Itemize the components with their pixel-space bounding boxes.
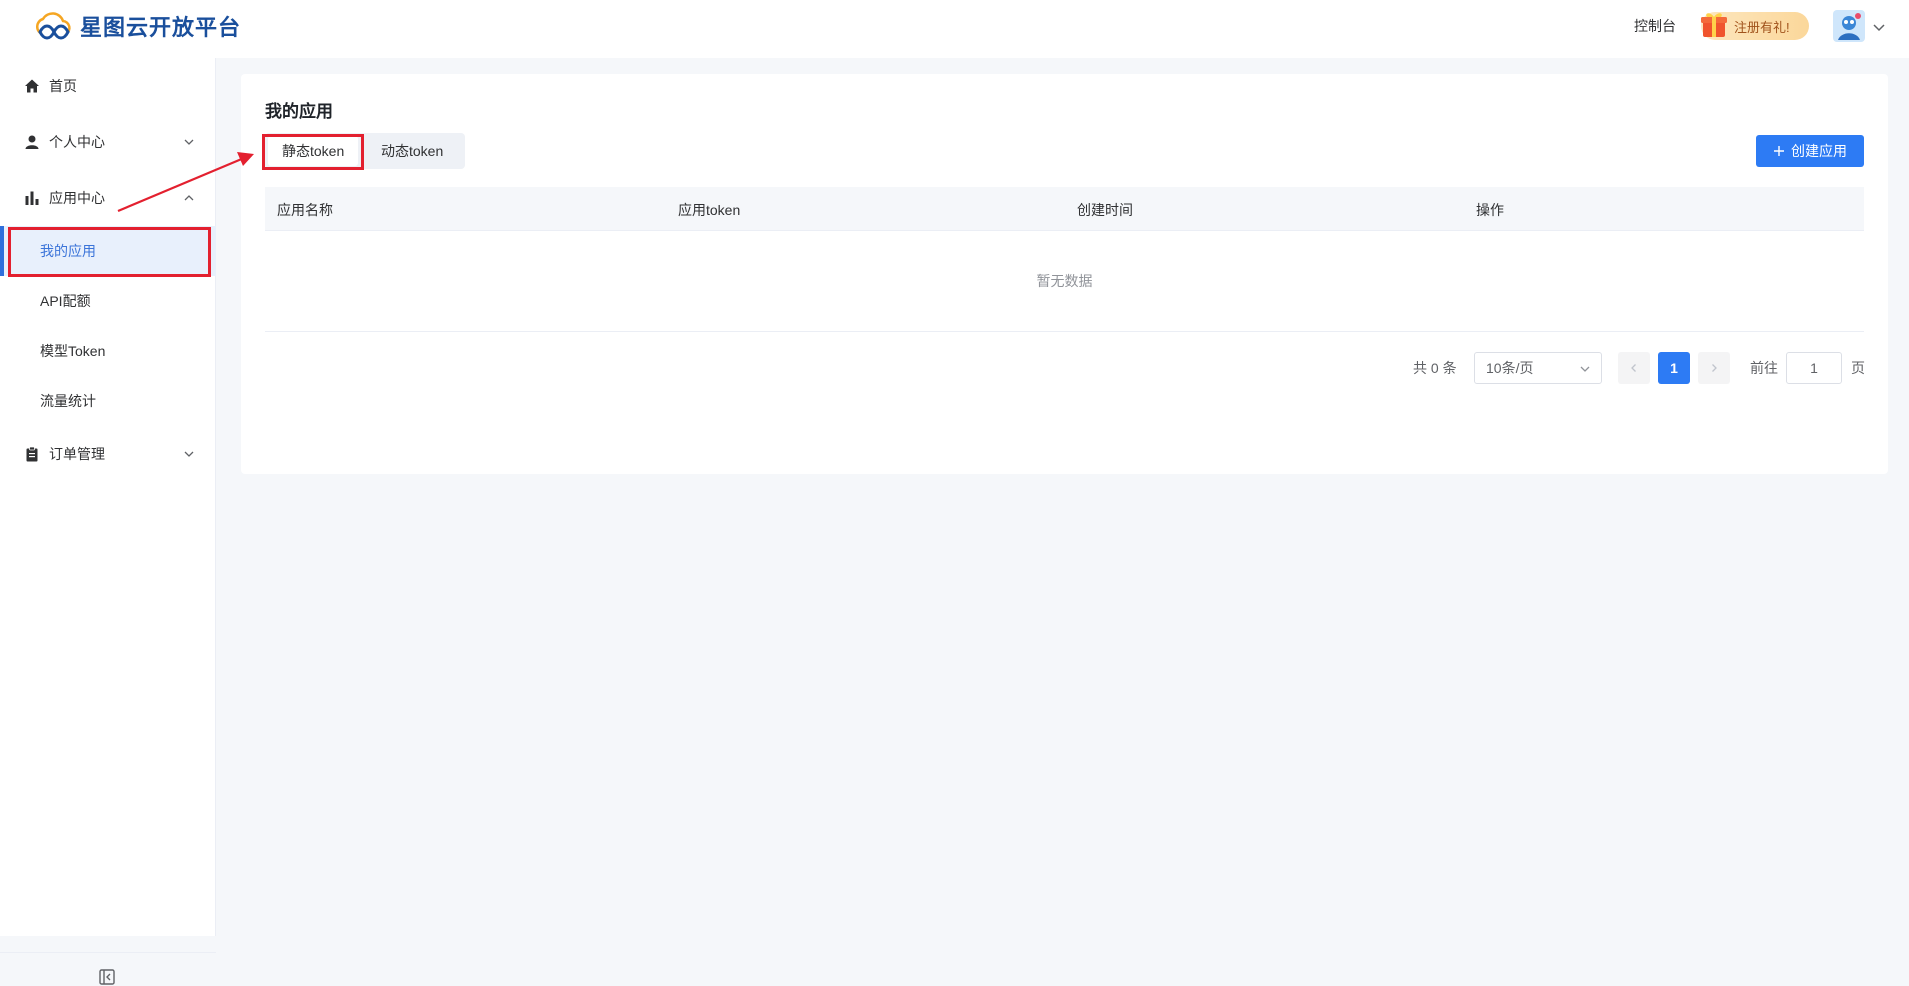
chevron-down-icon[interactable]: [1872, 20, 1886, 34]
page-number-current[interactable]: 1: [1658, 352, 1690, 384]
sidebar-item-app-center[interactable]: 应用中心: [0, 173, 216, 223]
home-icon: [25, 79, 39, 93]
page-size-select[interactable]: 10条/页: [1474, 352, 1602, 384]
sidebar: 首页 个人中心 应用中心 我的应用 API配额 模型Token 流量统计 订单管…: [0, 58, 216, 985]
column-header: 应用token: [678, 202, 741, 218]
next-page-button[interactable]: [1698, 352, 1730, 384]
annotation-highlight-box: [262, 134, 364, 170]
create-app-button[interactable]: 创建应用: [1756, 135, 1864, 167]
sidebar-subitem-label: 模型Token: [40, 343, 106, 359]
goto-label: 前往: [1750, 360, 1778, 376]
chevron-right-icon: [1712, 364, 1717, 372]
create-app-label: 创建应用: [1791, 143, 1847, 159]
sidebar-item-home[interactable]: 首页: [0, 61, 216, 111]
top-header: 星图云开放平台: [0, 0, 1909, 58]
sidebar-item-label: 首页: [49, 78, 77, 94]
column-header: 应用名称: [277, 202, 333, 218]
sidebar-subitem-api-quota[interactable]: API配额: [0, 276, 216, 326]
table-body: 暂无数据: [265, 231, 1864, 332]
cloud-logo-icon: [36, 12, 71, 40]
logo-text: 星图云开放平台: [80, 15, 242, 40]
avatar-image-icon: [1833, 10, 1865, 42]
chevron-up-icon: [184, 195, 194, 201]
avatar[interactable]: [1833, 10, 1865, 42]
annotation-highlight-box: [8, 227, 211, 277]
sidebar-item-label: 订单管理: [49, 446, 105, 462]
sidebar-item-personal-center[interactable]: 个人中心: [0, 117, 216, 167]
chevron-down-icon: [184, 451, 194, 457]
gift-icon: [1701, 13, 1727, 37]
column-header: 创建时间: [1077, 202, 1133, 218]
table-header: 应用名称 应用token 创建时间 操作: [265, 187, 1864, 231]
page-suffix-label: 页: [1851, 360, 1865, 376]
plus-icon: [1774, 146, 1784, 156]
sidebar-subitem-traffic-stats[interactable]: 流量统计: [0, 376, 216, 426]
page-size-value: 10条/页: [1486, 360, 1534, 376]
logo[interactable]: 星图云开放平台: [34, 10, 241, 42]
page-title: 我的应用: [265, 102, 333, 121]
sidebar-subitem-label: API配额: [40, 293, 91, 309]
prev-page-button[interactable]: [1618, 352, 1650, 384]
chevron-left-icon: [1631, 364, 1636, 372]
chevron-down-icon: [184, 139, 194, 145]
sidebar-item-order-management[interactable]: 订单管理: [0, 429, 216, 479]
column-header: 操作: [1476, 202, 1504, 218]
sidebar-item-label: 应用中心: [49, 190, 105, 206]
sidebar-item-label: 个人中心: [49, 134, 105, 150]
sidebar-subitem-label: 流量统计: [40, 393, 96, 409]
console-link[interactable]: 控制台: [1634, 16, 1676, 36]
chevron-down-icon: [1580, 366, 1590, 372]
tab-label: 动态token: [381, 143, 444, 159]
sidebar-subitem-model-token[interactable]: 模型Token: [0, 326, 216, 376]
sidebar-divider: [0, 952, 216, 953]
tab-dynamic-token[interactable]: 动态token: [367, 136, 457, 166]
clipboard-icon: [26, 446, 38, 462]
collapse-sidebar-icon[interactable]: [98, 968, 116, 986]
goto-page-input[interactable]: [1786, 352, 1842, 384]
active-indicator: [0, 226, 4, 276]
pagination-total: 共 0 条: [1413, 360, 1457, 376]
user-icon: [25, 135, 39, 149]
empty-state-text: 暂无数据: [1036, 273, 1093, 289]
bar-chart-icon: [25, 191, 39, 205]
gift-label: 注册有礼!: [1734, 19, 1790, 35]
